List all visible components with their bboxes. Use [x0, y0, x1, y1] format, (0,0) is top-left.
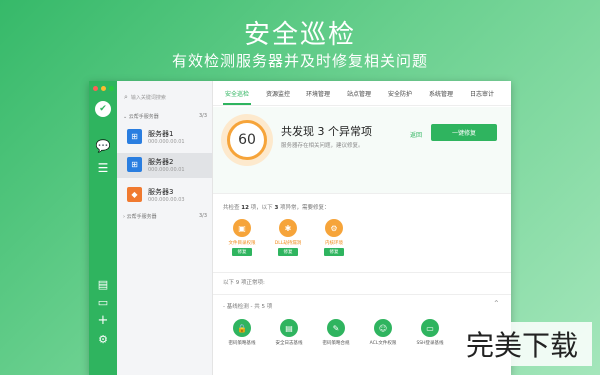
- ok-label: SSH登录基线: [416, 341, 444, 346]
- gear-icon: ⚙: [325, 219, 343, 237]
- server-name: 服务器3: [148, 188, 174, 196]
- key-icon: ✎: [327, 319, 345, 337]
- back-link[interactable]: 返回: [410, 130, 422, 139]
- server-item-2[interactable]: ⊞ 服务器2 000.000.00.01: [117, 153, 212, 178]
- ok-item: 🔒 密码策略基线: [225, 319, 259, 346]
- summary-title: 共发现 3 个异常项: [281, 125, 372, 138]
- active-tab-indicator: [223, 103, 251, 105]
- server-list-panel: ⌕ 输入关键词搜索 ⌄ 云帮手服务器 3/3 ⊞ 服务器1 000.000.00…: [117, 81, 213, 375]
- windows-icon: ⊞: [127, 129, 142, 144]
- divider: [213, 294, 511, 295]
- zoom-dot[interactable]: [109, 86, 114, 91]
- terminal-icon: ▭: [421, 319, 439, 337]
- ok-count-line: 以下 9 项正常项:: [223, 280, 265, 286]
- nav-rail: ✔ 💬 ☰ ▤ ▭ + ⚙: [89, 81, 117, 375]
- user-shield-icon: ☺: [374, 319, 392, 337]
- summary-card: 60 共发现 3 个异常项 服务器存在相关问题，建议修复。 返回 一键修复: [213, 107, 511, 194]
- ok-item: ▭ SSH登录基线: [413, 319, 447, 346]
- issue-item: ▣ 文件目录权限 修复: [225, 219, 259, 256]
- checked-count: 12: [241, 205, 249, 211]
- app-window: ✔ 💬 ☰ ▤ ▭ + ⚙ ⌕ 输入关键词搜索 ⌄ 云帮手服务器 3/3 ⊞ 服…: [89, 81, 511, 375]
- server-item-3[interactable]: ◆ 服务器3 000.000.00.03: [117, 183, 212, 208]
- collapse-icon[interactable]: ⌃: [493, 299, 500, 308]
- tab-system[interactable]: 系统管理: [429, 89, 453, 98]
- list-icon[interactable]: ☰: [95, 160, 111, 176]
- hero-subtitle: 有效检测服务器并及时修复相关问题: [171, 52, 428, 70]
- fix-button[interactable]: 修复: [232, 248, 252, 256]
- tab-protection[interactable]: 安全防护: [388, 89, 412, 98]
- fix-all-button[interactable]: 一键修复: [431, 124, 497, 141]
- ok-label: ACL文件权限: [369, 341, 397, 346]
- other-group-header[interactable]: › 云帮手服务器 3/3: [123, 213, 207, 220]
- group-count: 3/3: [198, 113, 207, 119]
- ok-item: ▤ 安全日志基线: [272, 319, 306, 346]
- server-ip: 000.000.00.01: [148, 167, 185, 173]
- search-box[interactable]: ⌕ 输入关键词搜索: [124, 90, 204, 104]
- linux-icon: ◆: [127, 187, 142, 202]
- issue-label: 文件目录权限: [228, 241, 256, 246]
- bug-icon: ✱: [279, 219, 297, 237]
- ok-item: ✎ 密码策略合规: [319, 319, 353, 346]
- divider: [213, 272, 511, 273]
- plus-icon[interactable]: +: [95, 312, 111, 328]
- tab-monitor[interactable]: 资源监控: [266, 89, 290, 98]
- tab-bar: 安全巡检 资源监控 环境管理 站点管理 安全防护 系统管理 日志审计: [213, 81, 511, 106]
- server-ip: 000.000.00.01: [148, 139, 185, 145]
- check-stats: 共检查 12 项，以下 3 项异常，需要修复：: [223, 205, 330, 211]
- cloud-group-header[interactable]: ⌄ 云帮手服务器 3/3: [123, 113, 207, 120]
- shield-icon[interactable]: ✔: [95, 101, 111, 117]
- window-controls: [93, 86, 114, 91]
- group-label: 云帮手服务器: [128, 114, 159, 120]
- server-item-1[interactable]: ⊞ 服务器1 000.000.00.01: [117, 125, 212, 150]
- server-name: 服务器1: [148, 130, 174, 138]
- minimize-dot[interactable]: [101, 86, 106, 91]
- chat-icon[interactable]: 💬: [95, 138, 111, 154]
- tab-logs[interactable]: 日志审计: [470, 89, 494, 98]
- issue-label: 内核环境: [325, 241, 343, 246]
- search-icon: ⌕: [124, 92, 128, 101]
- close-dot[interactable]: [93, 86, 98, 91]
- tab-sites[interactable]: 站点管理: [347, 89, 371, 98]
- fix-button[interactable]: 修复: [278, 248, 298, 256]
- group-count: 3/3: [198, 213, 207, 219]
- tab-environment[interactable]: 环境管理: [306, 89, 330, 98]
- ok-label: 安全日志基线: [275, 341, 303, 346]
- issue-count: 3: [274, 205, 279, 211]
- server-name: 服务器2: [148, 158, 174, 166]
- windows-icon: ⊞: [127, 157, 142, 172]
- server-ip: 000.000.00.03: [148, 197, 185, 203]
- monitor-icon[interactable]: ▭: [95, 294, 111, 310]
- hero-title: 安全巡检: [243, 20, 356, 50]
- folder-lock-icon: ▣: [233, 219, 251, 237]
- search-input[interactable]: 输入关键词搜索: [131, 94, 166, 101]
- lock-icon: 🔒: [233, 319, 251, 337]
- summary-desc: 服务器存在相关问题，建议修复。: [281, 143, 364, 149]
- settings-icon[interactable]: ⚙: [95, 331, 111, 347]
- group-label: 云帮手服务器: [126, 214, 157, 220]
- storage-icon[interactable]: ▤: [95, 276, 111, 292]
- log-icon: ▤: [280, 319, 298, 337]
- score-circle: 60: [227, 120, 267, 160]
- baseline-group-label: - 基线检测 - 共 5 项: [223, 304, 273, 310]
- ok-label: 密码策略合规: [322, 341, 350, 346]
- issue-item: ✱ DLL劫持漏洞 修复: [271, 219, 305, 256]
- watermark-logo: 完美下载: [452, 322, 592, 366]
- ok-item: ☺ ACL文件权限: [366, 319, 400, 346]
- ok-label: 密码策略基线: [228, 341, 256, 346]
- issue-item: ⚙ 内核环境 修复: [317, 219, 351, 256]
- fix-button[interactable]: 修复: [324, 248, 344, 256]
- tab-inspection[interactable]: 安全巡检: [225, 89, 249, 98]
- issue-label: DLL劫持漏洞: [274, 241, 302, 246]
